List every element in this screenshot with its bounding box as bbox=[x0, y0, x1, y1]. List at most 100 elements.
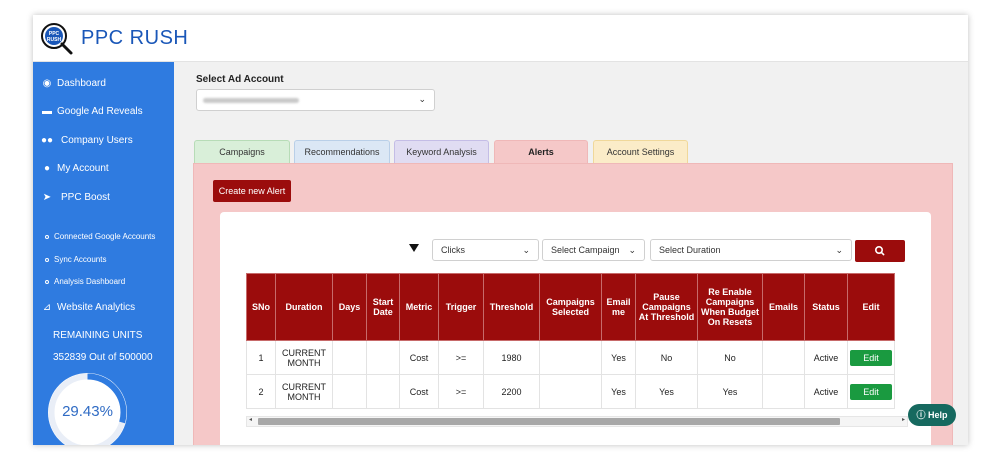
cell-email-me: Yes bbox=[601, 340, 636, 375]
alerts-panel: Create new Alert Clicks ⌄ Select Campaig… bbox=[193, 163, 953, 445]
rocket-icon: ➤ bbox=[42, 192, 52, 203]
col-header-sno[interactable]: SNo bbox=[246, 273, 276, 341]
tab-campaigns[interactable]: Campaigns bbox=[194, 140, 290, 164]
bullet-icon bbox=[45, 279, 49, 284]
cell-threshold: 1980 bbox=[483, 340, 540, 375]
cell-campaigns-selected bbox=[539, 340, 602, 375]
cell-threshold: 2200 bbox=[483, 374, 540, 409]
col-header-trigger[interactable]: Trigger bbox=[438, 273, 484, 341]
metric-select-value: Clicks bbox=[441, 245, 465, 255]
cell-email-me: Yes bbox=[601, 374, 636, 409]
col-header-edit: Edit bbox=[847, 273, 895, 341]
cell-status: Active bbox=[804, 374, 848, 409]
cell-campaigns-selected bbox=[539, 374, 602, 409]
bullet-icon bbox=[45, 234, 49, 239]
alerts-table: SNo Duration Days Start Date Metric Trig… bbox=[246, 273, 895, 409]
col-header-reenable-campaigns[interactable]: Re Enable Campaigns When Budget On Reset… bbox=[697, 273, 763, 341]
help-button[interactable]: ⓘ Help bbox=[908, 404, 956, 426]
sidebar-item-website-analytics[interactable]: ⊿ Website Analytics bbox=[41, 302, 135, 313]
cell-emails bbox=[762, 374, 805, 409]
table-header-row: SNo Duration Days Start Date Metric Trig… bbox=[246, 273, 895, 341]
search-icon bbox=[874, 246, 885, 256]
app-window: PPC RUSH PPC RUSH ◉ Dashboard ▬ Google A… bbox=[33, 15, 968, 445]
col-header-threshold[interactable]: Threshold bbox=[483, 273, 540, 341]
col-header-days[interactable]: Days bbox=[332, 273, 367, 341]
chevron-down-icon: ⌄ bbox=[835, 245, 843, 255]
sidebar-item-label: PPC Boost bbox=[61, 192, 110, 203]
sidebar-subitem-connected-google-accounts[interactable]: Connected Google Accounts bbox=[45, 232, 155, 241]
horizontal-scrollbar[interactable]: ◂ ▸ bbox=[246, 416, 908, 427]
cell-edit: Edit bbox=[847, 374, 895, 409]
sidebar-item-label: My Account bbox=[57, 163, 109, 174]
briefcase-icon: ▬ bbox=[42, 106, 52, 117]
tab-keyword-analysis[interactable]: Keyword Analysis bbox=[394, 140, 489, 164]
help-icon: ⓘ bbox=[916, 410, 926, 420]
help-label: Help bbox=[928, 410, 948, 420]
cell-sno: 2 bbox=[246, 374, 276, 409]
col-header-metric[interactable]: Metric bbox=[399, 273, 439, 341]
edit-button[interactable]: Edit bbox=[850, 349, 892, 366]
sidebar-subitem-label: Connected Google Accounts bbox=[54, 232, 156, 241]
cell-sno: 1 bbox=[246, 340, 276, 375]
remaining-units-title: REMAINING UNITS bbox=[53, 330, 143, 341]
user-cog-icon: ● bbox=[43, 163, 51, 174]
cell-duration: CURRENT MONTH bbox=[275, 374, 333, 409]
edit-button[interactable]: Edit bbox=[850, 383, 892, 400]
cell-metric: Cost bbox=[399, 340, 439, 375]
chart-line-icon: ⊿ bbox=[42, 302, 52, 313]
col-header-status[interactable]: Status bbox=[804, 273, 848, 341]
tab-alerts[interactable]: Alerts bbox=[494, 140, 588, 164]
campaign-select[interactable]: Select Campaign ⌄ bbox=[542, 239, 645, 261]
duration-select[interactable]: Select Duration ⌄ bbox=[650, 239, 852, 261]
logo-icon: PPC RUSH bbox=[41, 23, 73, 55]
col-header-start-date[interactable]: Start Date bbox=[366, 273, 400, 341]
create-alert-button[interactable]: Create new Alert bbox=[213, 180, 291, 202]
sidebar-item-label: Website Analytics bbox=[57, 302, 136, 313]
cell-start-date bbox=[366, 340, 400, 375]
cell-days bbox=[332, 374, 367, 409]
col-header-duration[interactable]: Duration bbox=[275, 273, 333, 341]
duration-select-value: Select Duration bbox=[659, 245, 721, 255]
main-content: Select Ad Account ⌄ Campaigns Recommenda… bbox=[174, 62, 968, 445]
metric-select[interactable]: Clicks ⌄ bbox=[432, 239, 539, 261]
scroll-left-icon[interactable]: ◂ bbox=[249, 416, 252, 423]
units-percent: 29.43% bbox=[62, 403, 113, 420]
col-header-campaigns-selected[interactable]: Campaigns Selected bbox=[539, 273, 602, 341]
col-header-email-me[interactable]: Email me bbox=[601, 273, 636, 341]
sidebar-item-label: Company Users bbox=[61, 135, 133, 146]
cell-status: Active bbox=[804, 340, 848, 375]
col-header-emails[interactable]: Emails bbox=[762, 273, 805, 341]
cell-start-date bbox=[366, 374, 400, 409]
cell-reenable: Yes bbox=[697, 374, 763, 409]
cell-trigger: >= bbox=[438, 340, 484, 375]
chevron-down-icon: ⌄ bbox=[418, 94, 426, 104]
tab-account-settings[interactable]: Account Settings bbox=[593, 140, 688, 164]
sidebar-item-my-account[interactable]: ● My Account bbox=[41, 163, 109, 174]
chevron-down-icon: ⌄ bbox=[522, 245, 530, 255]
sidebar-item-company-users[interactable]: ●● Company Users bbox=[41, 135, 133, 146]
scroll-right-icon[interactable]: ▸ bbox=[902, 416, 905, 423]
cell-pause: No bbox=[635, 340, 698, 375]
sidebar-item-google-ad-reveals[interactable]: ▬ Google Ad Reveals bbox=[41, 106, 143, 117]
ad-account-label: Select Ad Account bbox=[196, 74, 284, 85]
sidebar-subitem-sync-accounts[interactable]: Sync Accounts bbox=[45, 255, 106, 264]
ad-account-select[interactable]: ⌄ bbox=[196, 89, 435, 111]
remaining-units-value: 352839 Out of 500000 bbox=[53, 352, 153, 363]
sidebar-item-ppc-boost[interactable]: ➤ PPC Boost bbox=[41, 192, 110, 203]
cell-emails bbox=[762, 340, 805, 375]
cell-pause: Yes bbox=[635, 374, 698, 409]
sidebar-subitem-label: Sync Accounts bbox=[54, 255, 107, 264]
cell-reenable: No bbox=[697, 340, 763, 375]
sidebar-subitem-analysis-dashboard[interactable]: Analysis Dashboard bbox=[45, 277, 125, 286]
col-header-pause-campaigns[interactable]: Pause Campaigns At Threshold bbox=[635, 273, 698, 341]
cell-metric: Cost bbox=[399, 374, 439, 409]
sidebar-item-dashboard[interactable]: ◉ Dashboard bbox=[41, 78, 106, 89]
brand-name[interactable]: PPC RUSH bbox=[81, 27, 188, 50]
tab-recommendations[interactable]: Recommendations bbox=[294, 140, 390, 164]
scrollbar-thumb[interactable] bbox=[258, 418, 840, 425]
cell-days bbox=[332, 340, 367, 375]
filter-icon[interactable] bbox=[409, 244, 419, 252]
search-button[interactable] bbox=[855, 240, 905, 262]
chevron-down-icon: ⌄ bbox=[628, 245, 636, 255]
svg-text:RUSH: RUSH bbox=[47, 37, 62, 43]
